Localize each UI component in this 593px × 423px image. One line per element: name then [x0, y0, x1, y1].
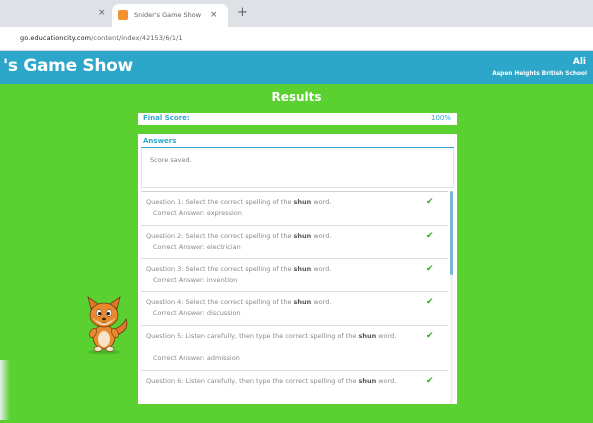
- focus-word: shun: [293, 298, 312, 306]
- question-item: Question 5: Listen carefully, then type …: [141, 326, 448, 371]
- address-bar[interactable]: go.educationcity.com/content/index/42153…: [0, 27, 593, 51]
- answers-header: Answers: [143, 137, 177, 145]
- user-name: Ali: [572, 57, 586, 67]
- question-item: Question 3: Select the correct spelling …: [141, 259, 448, 292]
- check-icon: ✔: [426, 197, 434, 207]
- question-text: Question 5: Listen carefully, then type …: [146, 332, 397, 340]
- focus-word: shun: [358, 377, 377, 385]
- question-text: Question 2: Select the correct spelling …: [146, 232, 332, 240]
- check-icon: ✔: [426, 376, 434, 386]
- check-icon: ✔: [426, 231, 434, 241]
- final-score-bar: Final Score: 100%: [138, 113, 457, 125]
- final-score-label: Final Score:: [143, 114, 190, 122]
- check-icon: ✔: [426, 331, 434, 341]
- question-text: Question 1: Select the correct spelling …: [146, 198, 332, 206]
- url-text[interactable]: go.educationcity.com/content/index/42153…: [20, 34, 183, 42]
- focus-word: shun: [293, 232, 312, 240]
- answers-scrollbar[interactable]: [450, 191, 453, 404]
- correct-answer: Correct Answer: discussion: [153, 309, 241, 317]
- school-name: Aspen Heights British School: [492, 71, 587, 77]
- correct-answer: Correct Answer: invention: [153, 276, 238, 284]
- app-header: 's Game Show Ali Aspen Heights British S…: [0, 51, 593, 84]
- question-text: Question 4: Select the correct spelling …: [146, 298, 332, 306]
- question-item: Question 2: Select the correct spelling …: [141, 226, 448, 259]
- check-icon: ✔: [426, 264, 434, 274]
- stage-edge: [0, 360, 10, 420]
- url-domain: go.educationcity.com: [20, 34, 92, 42]
- question-text: Question 3: Select the correct spelling …: [146, 265, 332, 273]
- correct-answer: Correct Answer: electrician: [153, 243, 241, 251]
- focus-word: shun: [293, 198, 312, 206]
- focus-word: shun: [358, 332, 377, 340]
- url-path: /content/index/42153/6/1/1: [91, 34, 183, 42]
- question-item: Question 4: Select the correct spelling …: [141, 292, 448, 326]
- new-tab-button[interactable]: +: [237, 6, 248, 20]
- correct-answer: Correct Answer: admission: [153, 354, 240, 362]
- score-saved-box: Score saved.: [141, 148, 454, 188]
- answers-panel: Answers Score saved. Question 1: Select …: [138, 134, 457, 404]
- tab-close-icon[interactable]: ×: [210, 8, 218, 22]
- previous-tab-close-icon[interactable]: ×: [98, 7, 106, 19]
- score-saved-text: Score saved.: [150, 156, 192, 164]
- final-score-value: 100%: [430, 114, 451, 122]
- tab-title: Snider's Game Show: [134, 11, 202, 19]
- tab-game-show[interactable]: Snider's Game Show ×: [112, 4, 228, 27]
- results-title: Results: [271, 90, 322, 104]
- browser-tab-strip: × Snider's Game Show × +: [0, 0, 593, 27]
- check-icon: ✔: [426, 297, 434, 307]
- fox-mascot-icon: [87, 296, 128, 355]
- question-text: Question 6: Listen carefully, then type …: [146, 377, 397, 385]
- app-title: 's Game Show: [3, 56, 133, 76]
- educationcity-favicon-icon: [118, 10, 128, 20]
- question-item: Question 1: Select the correct spelling …: [141, 192, 448, 226]
- scrollbar-thumb[interactable]: [450, 191, 453, 275]
- correct-answer: Correct Answer: expression: [153, 209, 242, 217]
- question-item: Question 6: Listen carefully, then type …: [141, 371, 448, 404]
- focus-word: shun: [293, 265, 312, 273]
